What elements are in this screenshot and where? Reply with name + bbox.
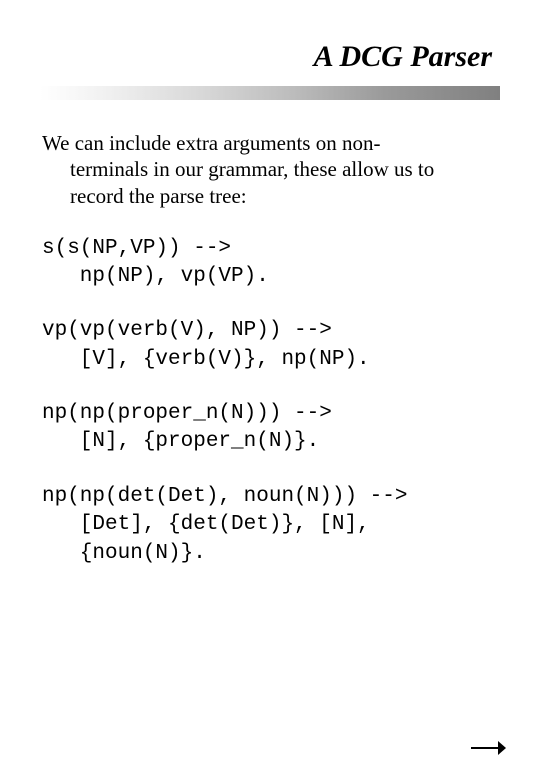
slide-title: A DCG Parser: [40, 40, 500, 74]
intro-line-3: record the parse tree:: [42, 183, 500, 209]
code-rule-np-det: np(np(det(Det), noun(N))) --> [Det], {de…: [40, 483, 500, 568]
intro-line-2: terminals in our grammar, these allow us…: [42, 156, 500, 182]
title-underline: [40, 86, 500, 100]
arrow-right-icon: [470, 738, 506, 758]
code-rule-np-proper: np(np(proper_n(N))) --> [N], {proper_n(N…: [40, 400, 500, 457]
intro-paragraph: We can include extra arguments on non- t…: [40, 130, 500, 209]
intro-line-1: We can include extra arguments on non-: [42, 130, 500, 156]
next-slide-button[interactable]: [470, 738, 506, 758]
code-rule-vp: vp(vp(verb(V), NP)) --> [V], {verb(V)}, …: [40, 317, 500, 374]
code-rule-s: s(s(NP,VP)) --> np(NP), vp(VP).: [40, 235, 500, 292]
